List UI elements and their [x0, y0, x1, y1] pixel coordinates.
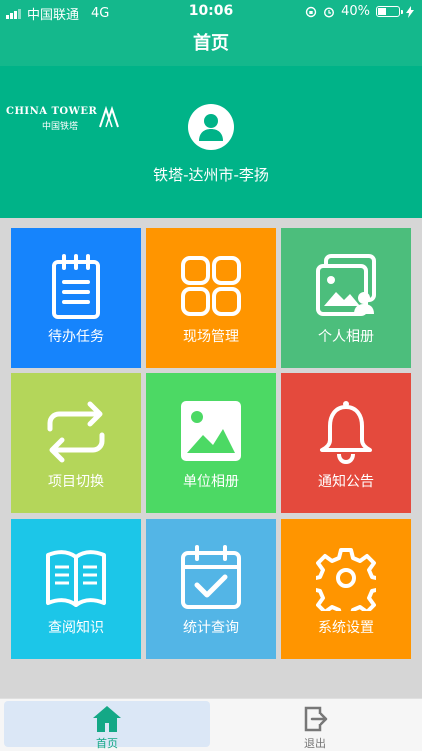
image-icon	[181, 401, 241, 461]
status-right: 40%	[305, 4, 414, 19]
charging-icon	[406, 5, 414, 18]
grid-icon	[181, 256, 241, 316]
tab-bar: 首页 退出	[0, 698, 422, 751]
tile-settings[interactable]: 系统设置	[281, 519, 411, 659]
calendar-check-icon	[181, 545, 241, 609]
nav-bar: 首页	[0, 24, 422, 66]
tile-label: 个人相册	[318, 329, 374, 345]
tile-personal-album[interactable]: 个人相册	[281, 228, 411, 368]
status-bar: 中国联通 4G 10:06 40%	[0, 0, 422, 24]
tile-notice[interactable]: 通知公告	[281, 373, 411, 513]
tile-label: 待办任务	[48, 329, 104, 345]
logo-text-cn: 中国铁塔	[42, 122, 79, 132]
book-icon	[46, 550, 106, 607]
tile-pending-tasks[interactable]: 待办任务	[11, 228, 141, 368]
tile-label: 统计查询	[183, 620, 239, 636]
china-tower-logo: CHINA TOWER 中国铁塔	[6, 106, 119, 132]
tab-logout-label: 退出	[304, 737, 326, 750]
tile-knowledge[interactable]: 查阅知识	[11, 519, 141, 659]
logo-text-en: CHINA TOWER	[6, 106, 98, 117]
bell-icon	[320, 401, 372, 465]
tile-label: 项目切换	[48, 474, 104, 490]
profile-header: CHINA TOWER 中国铁塔 铁塔-达州市-李扬	[0, 66, 422, 218]
user-icon	[199, 114, 223, 141]
avatar[interactable]	[188, 104, 234, 150]
tile-site-management[interactable]: 现场管理	[146, 228, 276, 368]
tower-logo-icon	[99, 106, 119, 128]
tile-label: 查阅知识	[48, 620, 104, 636]
tab-logout[interactable]: 退出	[212, 701, 418, 750]
alarm-icon	[324, 6, 335, 18]
tab-home-label: 首页	[96, 737, 118, 750]
logout-icon	[304, 706, 328, 732]
clipboard-icon	[52, 254, 100, 319]
tile-label: 单位相册	[183, 474, 239, 490]
switch-icon	[47, 401, 105, 463]
user-name: 铁塔-达州市-李扬	[153, 166, 269, 184]
tile-project-switch[interactable]: 项目切换	[11, 373, 141, 513]
orientation-lock-icon	[305, 6, 317, 17]
gear-icon	[316, 548, 376, 611]
home-icon	[93, 706, 121, 732]
tile-label: 通知公告	[318, 474, 374, 490]
tile-label: 系统设置	[318, 620, 374, 636]
tile-statistics[interactable]: 统计查询	[146, 519, 276, 659]
battery-icon	[376, 6, 403, 17]
tile-unit-album[interactable]: 单位相册	[146, 373, 276, 513]
page-title: 首页	[193, 33, 229, 54]
battery-percent: 40%	[341, 4, 370, 19]
tile-label: 现场管理	[183, 329, 239, 345]
tab-home[interactable]: 首页	[4, 701, 210, 750]
photo-user-icon	[316, 254, 376, 316]
